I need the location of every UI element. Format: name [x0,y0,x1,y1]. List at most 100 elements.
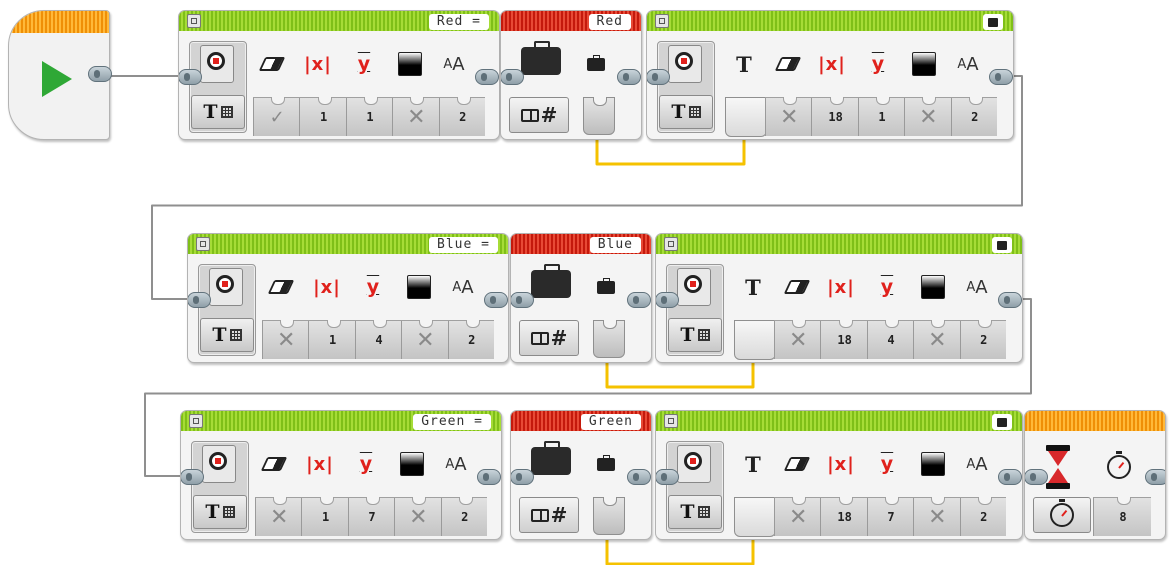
parameter-value[interactable]: 2 [959,497,1007,536]
color-icon [918,272,948,302]
parameter-value[interactable]: 18 [811,97,858,136]
text-grid-mode-button[interactable]: T [668,495,722,529]
input-port[interactable] [656,292,679,308]
parameter-value[interactable]: ✕ [774,497,821,536]
input-port[interactable] [179,69,202,85]
text-grid-mode-button[interactable]: T [668,318,722,352]
display-block[interactable]: T T |x| y A A ✕ 18 4 ✕ 2 [655,233,1023,363]
block-tab-icon[interactable] [196,237,210,251]
stopwatch-icon [1107,451,1131,479]
parameter-value[interactable]: ✕ [913,497,960,536]
text-grid-mode-button[interactable]: T [191,95,245,129]
input-port[interactable] [501,69,524,85]
parameter-value[interactable]: 1 [299,97,346,136]
block-tab-icon[interactable] [664,237,678,251]
y-position-icon: y [871,53,885,75]
book-number-mode-button[interactable]: # [509,97,569,133]
block-header-label[interactable]: Green = [413,414,491,430]
output-port[interactable] [477,469,501,485]
display-block[interactable]: Green = T |x| y A A ✕ 1 7 ✕ 2 [180,410,502,540]
block-tab-icon[interactable] [664,414,678,428]
parameter-value[interactable]: 7 [866,497,914,536]
parameter-value[interactable]: 18 [820,497,867,536]
parameter-value[interactable]: 4 [866,320,914,359]
parameter-value[interactable]: 2 [440,497,488,536]
input-port[interactable] [511,469,534,485]
parameter-value[interactable]: ✕ [765,97,812,136]
output-port[interactable] [617,69,641,85]
wait-block[interactable]: 8 [1024,410,1166,540]
parameter-value[interactable]: 1 [857,97,905,136]
parameter-value[interactable]: ✕ [904,97,951,136]
parameter-value[interactable]: ✕ [401,320,448,359]
font-big-glyph: A [461,276,474,298]
parameter-value[interactable]: 2 [959,320,1007,359]
font-big-glyph: A [966,53,979,75]
parameter-value[interactable]: ✕ [394,497,441,536]
variable-output-plug[interactable] [593,497,625,535]
parameter-value[interactable]: 7 [347,497,395,536]
block-tab-icon[interactable] [187,14,201,28]
text-input-socket[interactable] [725,97,767,137]
display-block[interactable]: T T |x| y A A ✕ 18 1 ✕ 2 [646,10,1014,140]
output-port[interactable] [989,69,1013,85]
parameter-value[interactable]: 18 [820,320,867,359]
block-header-label[interactable]: Blue = [429,237,498,253]
variable-block[interactable]: Red # [500,10,642,140]
parameter-value[interactable]: 1 [308,320,355,359]
text-input-socket[interactable] [734,497,776,537]
text-grid-mode-button[interactable]: T [200,318,254,352]
parameter-value[interactable]: ✕ [774,320,821,359]
output-port[interactable] [998,469,1022,485]
block-header-label[interactable]: Red = [428,14,489,30]
variable-name-label[interactable]: Blue [589,237,641,253]
output-port[interactable] [627,469,651,485]
text-grid-mode-button[interactable]: T [193,495,247,529]
output-port[interactable] [1145,469,1165,485]
color-swatch [398,52,422,76]
parameter-value[interactable]: ✕ [262,320,309,359]
parameter-value[interactable]: ✓ [253,97,300,136]
variable-name-label[interactable]: Green [580,414,641,430]
brick-display-icon [200,45,234,83]
block-tab-icon[interactable] [189,414,203,428]
input-port[interactable] [656,469,679,485]
text-grid-mode-button[interactable]: T [659,95,713,129]
parameter-value[interactable]: 4 [354,320,402,359]
output-port[interactable] [998,292,1022,308]
input-port[interactable] [647,69,670,85]
timer-mode-button[interactable] [1033,497,1091,533]
wait-seconds-value[interactable]: 8 [1093,497,1152,536]
variable-block[interactable]: Blue # [510,233,652,363]
display-block[interactable]: T T |x| y A A ✕ 18 7 ✕ 2 [655,410,1023,540]
display-block[interactable]: Blue = T |x| y A A ✕ 1 4 ✕ 2 [187,233,509,363]
output-port[interactable] [475,69,499,85]
text-input-socket[interactable] [734,320,776,360]
display-block[interactable]: Red = T |x| y A A ✓ 1 1 ✕ 2 [178,10,500,140]
parameter-value[interactable]: 1 [301,497,348,536]
parameter-value[interactable]: 2 [438,97,486,136]
block-tab-icon[interactable] [655,14,669,28]
input-port[interactable] [188,292,211,308]
start-block[interactable] [8,10,112,140]
text-icon: T [745,451,761,477]
parameter-value[interactable]: ✕ [255,497,302,536]
variable-name-label[interactable]: Red [588,14,631,30]
parameter-value[interactable]: 1 [345,97,393,136]
variable-block[interactable]: Green # [510,410,652,540]
variable-output-plug[interactable] [583,97,615,135]
book-number-mode-button[interactable]: # [519,497,579,533]
parameter-value[interactable]: 2 [447,320,495,359]
play-icon [42,61,72,97]
input-port[interactable] [1025,469,1048,485]
parameter-value[interactable]: 2 [950,97,998,136]
variable-output-plug[interactable] [593,320,625,358]
parameter-value[interactable]: ✕ [913,320,960,359]
start-output-port[interactable] [88,66,112,82]
input-port[interactable] [511,292,534,308]
input-port[interactable] [181,469,204,485]
output-port[interactable] [627,292,651,308]
book-number-mode-button[interactable]: # [519,320,579,356]
parameter-value[interactable]: ✕ [392,97,439,136]
output-port[interactable] [484,292,508,308]
